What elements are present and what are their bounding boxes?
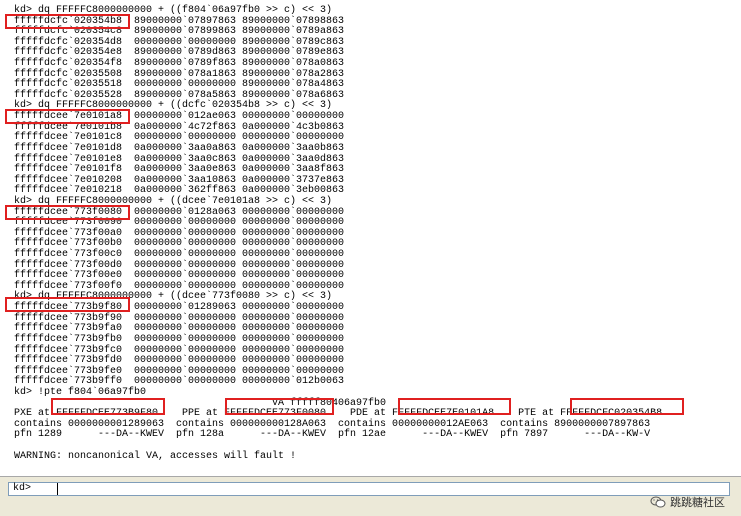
- command-input-box[interactable]: kd>: [8, 482, 730, 496]
- output-line: fffffdcee`773b9fb0 00000000`00000000 000…: [14, 333, 345, 345]
- output-line: fffffdcee`7e0101d8 0a000000`3aa0a863 0a0…: [14, 142, 345, 154]
- command-input[interactable]: [57, 483, 722, 495]
- watermark-text: 跳跳糖社区: [670, 496, 725, 509]
- wechat-icon: [650, 496, 666, 508]
- output-line: pfn 1289 ---DA--KWEV pfn 128a ---DA--KWE…: [14, 429, 651, 441]
- command-output: kd> dq FFFFFC8000000000 + ((f804`06a97fb…: [14, 5, 662, 462]
- watermark: 跳跳糖社区: [650, 495, 725, 509]
- debugger-output-pane[interactable]: kd> dq FFFFFC8000000000 + ((f804`06a97fb…: [0, 0, 741, 476]
- output-line: WARNING: noncanonical VA, accesses will …: [14, 450, 297, 462]
- command-prompt: kd>: [13, 483, 32, 494]
- output-line: kd> !pte f804`06a97fb0: [14, 386, 147, 398]
- output-line: kd> dq FFFFFC8000000000 + ((dcee`7e0101a…: [14, 195, 333, 207]
- command-bar: kd> 跳跳糖社区: [0, 476, 741, 516]
